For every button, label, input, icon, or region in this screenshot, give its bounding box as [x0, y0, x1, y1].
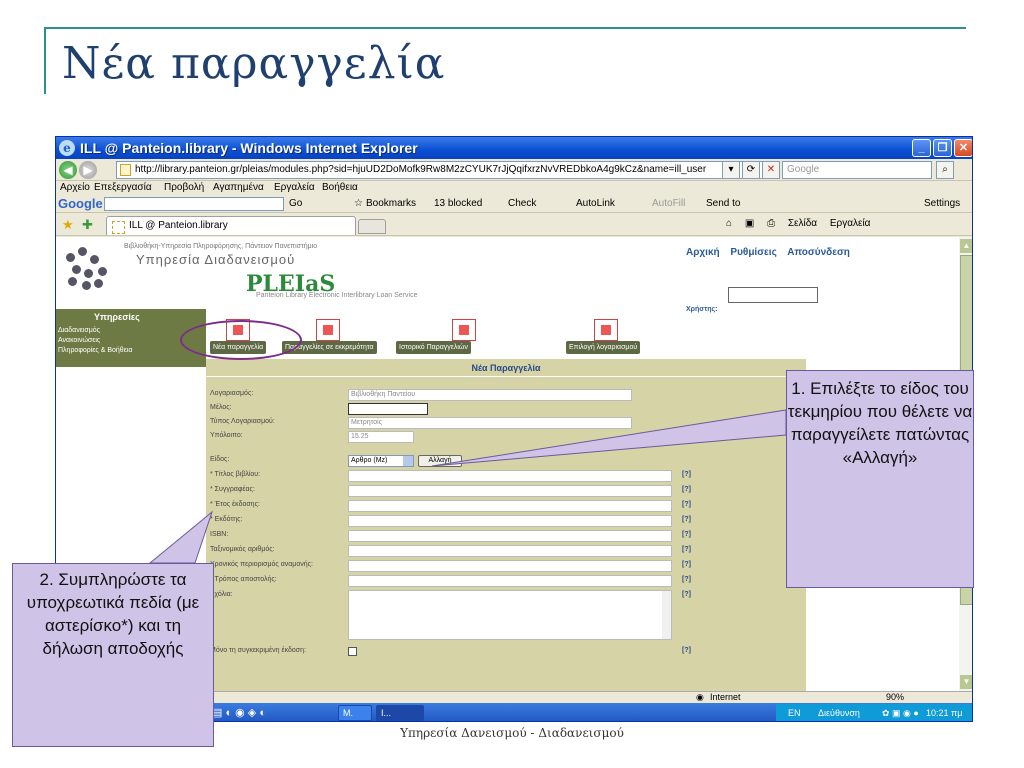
slide-footer: Υπηρεσία Δανεισμού - Διαδανεισμού	[400, 726, 624, 740]
callout-fill-required: 2. Συμπληρώστε τα υποχρεωτικά πεδία (με …	[12, 563, 214, 747]
callout-2-pointer	[148, 510, 214, 564]
callout-1-pointer	[431, 409, 787, 467]
callout-choose-type: 1. Επιλέξτε το είδος του τεκμηρίου που θ…	[786, 370, 974, 588]
